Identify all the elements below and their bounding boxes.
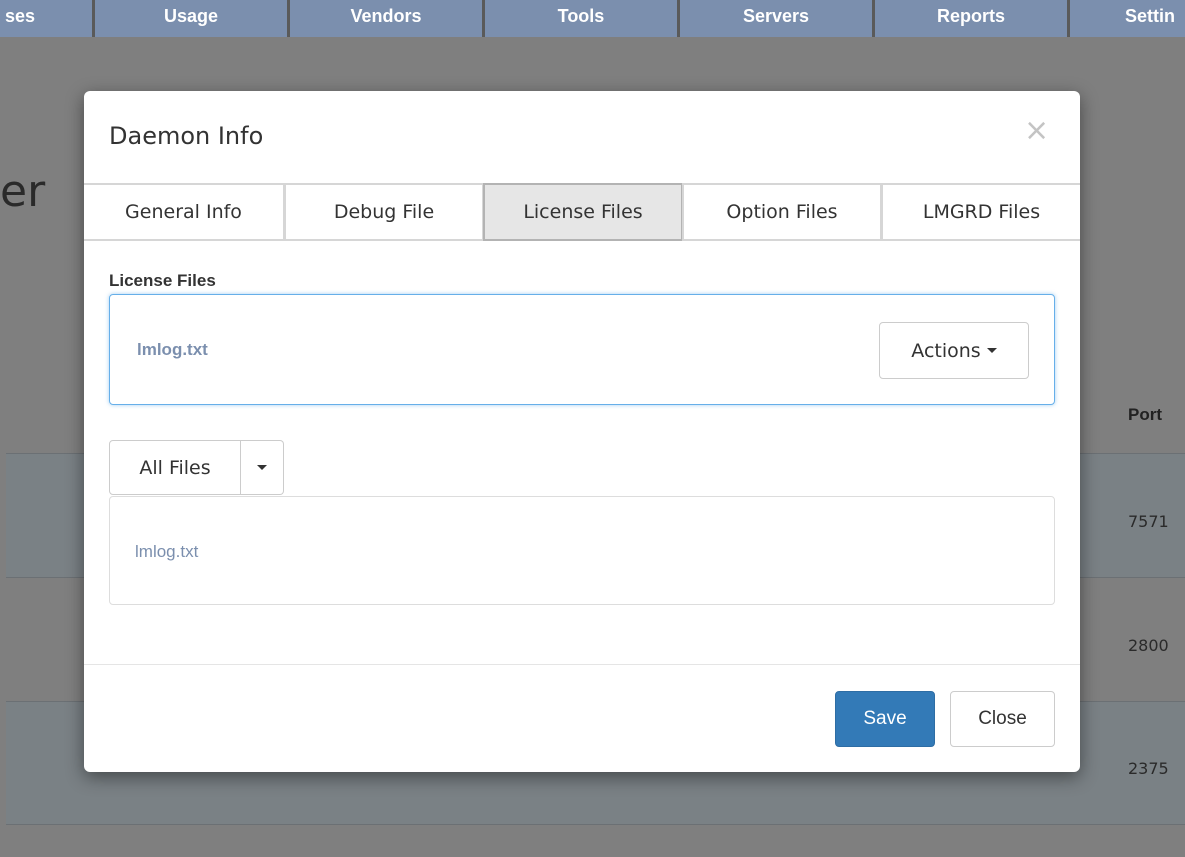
- license-file-panel: lmlog.txt Actions: [109, 294, 1055, 405]
- nav-tab-licenses[interactable]: ses: [0, 0, 95, 37]
- close-icon[interactable]: ×: [1024, 116, 1049, 146]
- caret-down-icon: [986, 348, 997, 353]
- tab-general-info[interactable]: General Info: [84, 183, 285, 241]
- port-cell: 2800: [1128, 636, 1169, 655]
- nav-tab-settings[interactable]: Settin: [1070, 0, 1185, 37]
- file-list-item[interactable]: lmlog.txt: [135, 542, 198, 562]
- filter-button[interactable]: All Files: [109, 440, 241, 495]
- table-divider: [6, 824, 1185, 825]
- nav-tab-reports[interactable]: Reports: [875, 0, 1070, 37]
- tab-lmgrd-files[interactable]: LMGRD Files: [881, 183, 1080, 241]
- filter-toggle[interactable]: [241, 440, 284, 495]
- actions-label: Actions: [911, 339, 981, 362]
- nav-tab-servers[interactable]: Servers: [680, 0, 875, 37]
- file-list: lmlog.txt: [109, 496, 1055, 605]
- nav-tab-tools[interactable]: Tools: [485, 0, 680, 37]
- table-header-port: Port: [1128, 405, 1162, 424]
- tab-debug-file[interactable]: Debug File: [284, 183, 484, 241]
- nav-tab-vendors[interactable]: Vendors: [290, 0, 485, 37]
- port-cell: 2375: [1128, 759, 1169, 778]
- tab-license-files[interactable]: License Files: [483, 183, 683, 241]
- port-cell: 7571: [1128, 512, 1169, 531]
- modal-tabs: General Info Debug File License Files Op…: [84, 183, 1080, 241]
- nav-tab-usage[interactable]: Usage: [95, 0, 290, 37]
- daemon-info-modal: Daemon Info × General Info Debug File Li…: [84, 91, 1080, 772]
- close-button[interactable]: Close: [950, 691, 1055, 747]
- modal-title: Daemon Info: [109, 122, 264, 150]
- page-title: er: [0, 166, 46, 217]
- modal-footer-divider: [84, 664, 1080, 665]
- tab-option-files[interactable]: Option Files: [682, 183, 882, 241]
- caret-down-icon: [257, 465, 267, 470]
- top-nav: ses Usage Vendors Tools Servers Reports …: [0, 0, 1185, 37]
- selected-license-file[interactable]: lmlog.txt: [137, 340, 208, 360]
- save-button[interactable]: Save: [835, 691, 935, 747]
- file-filter-dropdown: All Files: [109, 440, 284, 495]
- section-label: License Files: [109, 271, 216, 290]
- actions-dropdown-button[interactable]: Actions: [879, 322, 1029, 379]
